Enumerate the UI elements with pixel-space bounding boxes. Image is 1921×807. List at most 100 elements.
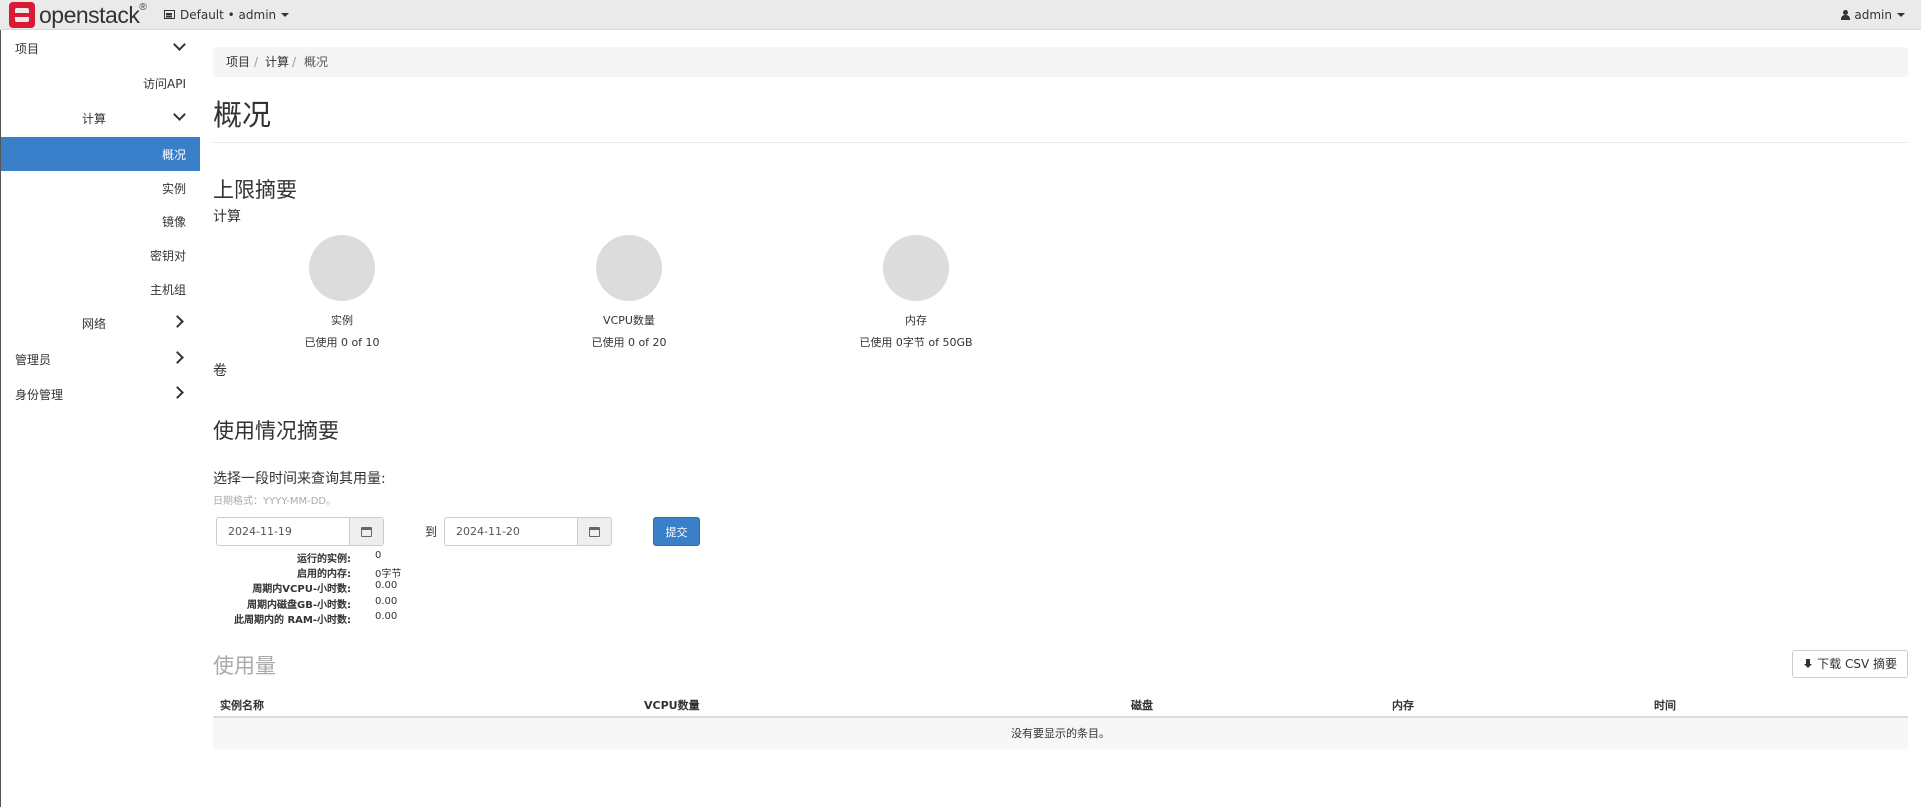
user-menu[interactable]: admin (1841, 0, 1905, 29)
sidebar-item-label: 访问API (143, 77, 186, 91)
chevron-right-icon (171, 315, 184, 328)
usage-heading: 使用量 (213, 654, 276, 678)
chart-usage: 已使用 0 of 20 (591, 336, 667, 349)
brand-name: openstack (39, 1, 140, 28)
sidebar-item-network[interactable]: 网络 (1, 315, 200, 335)
stat-row: 周期内磁盘GB-小时数: 0.00 (213, 596, 613, 611)
chevron-right-icon (171, 386, 184, 399)
openstack-logo[interactable]: openstack® (9, 1, 147, 28)
start-date-value: 2024-11-19 (228, 525, 292, 538)
sidebar-item-label: 概况 (161, 148, 186, 162)
chevron-down-icon (173, 108, 186, 121)
volume-heading: 卷 (213, 363, 227, 379)
stat-value: 0.00 (375, 596, 398, 607)
submit-button[interactable]: 提交 (653, 517, 700, 546)
breadcrumb-item-compute[interactable]: 计算 (265, 47, 289, 77)
column-header-disk[interactable]: 磁盘 (1131, 697, 1153, 713)
sidebar-item-server-groups[interactable]: 主机组 (1, 281, 200, 301)
pie-chart (596, 235, 662, 301)
breadcrumb-separator: / (254, 55, 259, 69)
end-date-input[interactable]: 2024-11-20 (444, 517, 612, 546)
calendar-button[interactable] (577, 518, 611, 545)
usage-table-header: 实例名称 VCPU数量 磁盘 内存 时间 (213, 688, 1908, 718)
sidebar-item-identity[interactable]: 身份管理 (1, 386, 200, 406)
project-icon (164, 10, 175, 19)
sidebar-item-project[interactable]: 项目 (1, 38, 200, 60)
sidebar-item-instances[interactable]: 实例 (1, 180, 200, 200)
sidebar-item-label: 身份管理 (15, 388, 64, 402)
memory-limit-chart: 内存 已使用 0字节 of 50GB (816, 235, 1016, 350)
stat-row: 运行的实例: 0 (213, 550, 613, 565)
chart-usage: 已使用 0字节 of 50GB (859, 336, 973, 349)
download-icon (1803, 659, 1813, 669)
calendar-button[interactable] (349, 518, 383, 545)
stat-value: 0.00 (375, 611, 398, 622)
project-switcher[interactable]: Default • admin (164, 0, 290, 29)
sidebar-item-label: 网络 (82, 317, 107, 331)
column-header-vcpus[interactable]: VCPU数量 (644, 697, 700, 713)
sidebar-item-images[interactable]: 镜像 (1, 213, 200, 233)
sidebar-item-key-pairs[interactable]: 密钥对 (1, 247, 200, 267)
page-title: 概况 (213, 98, 272, 132)
vcpu-limit-chart: VCPU数量 已使用 0 of 20 (529, 235, 729, 350)
pie-chart (309, 235, 375, 301)
column-header-time[interactable]: 时间 (1654, 697, 1676, 713)
divider (213, 142, 1908, 143)
table-empty-message: 没有要显示的条目。 (213, 718, 1908, 749)
top-navbar: openstack® Default • admin admin (0, 0, 1921, 30)
chevron-down-icon (173, 38, 186, 51)
sidebar-item-api-access[interactable]: 访问API (1, 75, 200, 95)
sidebar-item-compute[interactable]: 计算 (1, 108, 200, 130)
download-csv-label: 下载 CSV 摘要 (1817, 657, 1897, 671)
sidebar-item-label: 实例 (161, 182, 186, 196)
stat-value: 0字节 (375, 569, 402, 580)
instances-limit-chart: 实例 已使用 0 of 10 (242, 235, 442, 350)
stat-key: 运行的实例: (297, 554, 351, 565)
column-header-memory[interactable]: 内存 (1392, 697, 1414, 713)
calendar-icon (589, 526, 600, 537)
chart-title: 内存 (905, 314, 927, 327)
chart-title: VCPU数量 (603, 314, 655, 327)
sidebar: 项目 访问API 计算 概况 实例 镜像 密钥对 主机组 网络 管理员 身份管理 (0, 30, 200, 807)
sidebar-item-label: 计算 (82, 112, 107, 126)
sidebar-item-label: 镜像 (161, 215, 186, 229)
sidebar-item-overview[interactable]: 概况 (1, 137, 200, 171)
chart-title: 实例 (331, 314, 353, 327)
to-label: 到 (425, 525, 438, 539)
start-date-input[interactable]: 2024-11-19 (216, 517, 384, 546)
date-range-label: 选择一段时间来查询其用量: (213, 471, 386, 487)
stat-key: 周期内磁盘GB-小时数: (247, 600, 351, 611)
stat-row: 启用的内存: 0字节 (213, 565, 613, 580)
sidebar-item-label: 密钥对 (149, 249, 186, 263)
stat-key: 此周期内的 RAM-小时数: (233, 615, 351, 626)
caret-down-icon (1897, 12, 1905, 17)
date-format-help: 日期格式：YYYY-MM-DD。 (213, 496, 337, 507)
chevron-right-icon (171, 351, 184, 364)
project-switcher-label: Default • admin (180, 7, 277, 22)
breadcrumb-separator: / (292, 55, 297, 69)
openstack-logo-icon (9, 2, 35, 28)
sidebar-item-label: 项目 (15, 42, 40, 56)
user-menu-label: admin (1854, 7, 1892, 22)
sidebar-item-label: 管理员 (15, 353, 52, 367)
brand-mark: ® (139, 1, 147, 13)
end-date-value: 2024-11-20 (456, 525, 520, 538)
sidebar-item-admin[interactable]: 管理员 (1, 351, 200, 371)
stat-value: 0 (375, 550, 382, 561)
stat-key: 启用的内存: (297, 569, 351, 580)
usage-summary-heading: 使用情况摘要 (213, 419, 339, 443)
calendar-icon (361, 526, 372, 537)
compute-heading: 计算 (213, 209, 241, 225)
user-icon (1841, 9, 1851, 20)
download-csv-button[interactable]: 下载 CSV 摘要 (1792, 650, 1908, 678)
sidebar-item-label: 主机组 (149, 283, 186, 297)
breadcrumb: 项目 / 计算 / 概况 (213, 47, 1908, 77)
stat-row: 周期内VCPU-小时数: 0.00 (213, 580, 613, 595)
stat-key: 周期内VCPU-小时数: (252, 584, 351, 595)
chart-usage: 已使用 0 of 10 (304, 336, 380, 349)
column-header-instance-name[interactable]: 实例名称 (220, 697, 264, 713)
breadcrumb-item-project[interactable]: 项目 (226, 47, 250, 77)
caret-down-icon (281, 12, 290, 17)
pie-chart (883, 235, 949, 301)
breadcrumb-item-overview: 概况 (304, 55, 329, 69)
